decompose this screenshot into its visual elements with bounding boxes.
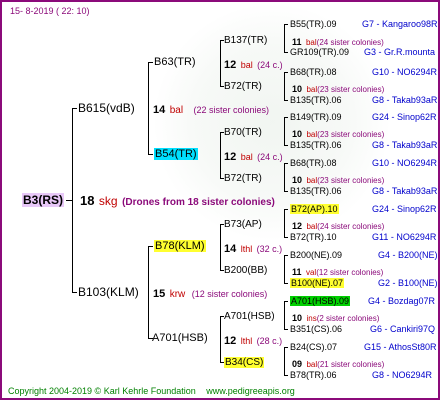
connector [72,108,77,109]
connector [220,40,221,87]
gen5-queen[interactable]: B68(TR).08 [290,66,337,79]
connector [284,209,285,238]
root-stats: 18 skg (Drones from 18 sister colonies) [80,193,275,208]
connector [284,52,288,53]
gen5-queen[interactable]: B55(TR).09 [290,18,337,31]
connector [148,246,149,339]
gen2-stats: 14 bal (22 sister colonies) [153,104,270,116]
gen5-queen[interactable]: B351(CS).06 [290,323,342,336]
gen4-queen[interactable]: B72(TR) [224,172,262,185]
connector [284,163,285,192]
gen5-queen[interactable]: B100(NE).07 [290,277,345,290]
gen5-info: G8 - NO6294R [372,370,433,380]
connector [72,292,77,293]
root-label: B3(RS) [22,193,65,207]
gen5-info: G24 - Sinop62R [372,204,437,214]
gen5-info: G3 - Gr.R.mounta [364,47,436,57]
gen5-queen[interactable]: B200(NE).09 [290,249,342,262]
connector [148,62,153,63]
root-queen[interactable]: B3(RS) [22,193,65,207]
connector [284,329,288,330]
connector [284,117,285,146]
gen4-queen[interactable]: B200(BB) [224,264,267,277]
gen4-queen[interactable]: B73(AP) [224,218,262,231]
gen5-info: G6 - Cankiri97Q [370,324,436,334]
connector [284,347,288,348]
gen5-queen[interactable]: B72(AP).10 [290,203,339,216]
gen2-stats: 15 krw (12 sister colonies) [153,288,268,300]
gen5-queen[interactable]: B68(TR).08 [290,157,337,170]
connector [284,163,288,164]
gen5-queen[interactable]: GR109(TR).09 [290,46,349,59]
connector [148,62,149,155]
connector [284,209,288,210]
connector [284,24,285,53]
gen4-queen[interactable]: B34(CS) [224,356,265,369]
connector [284,301,288,302]
gen3-stats: 12 bal (24 c.) [224,59,283,71]
connector [220,132,221,179]
gen3-stats: 12 lthl (28 c.) [224,335,283,347]
gen5-queen[interactable]: B78(TR).06 [290,369,337,382]
gen4-queen[interactable]: A701(HSB) [224,310,275,323]
connector [284,191,288,192]
date-stamp: 15- 8-2019 ( 22: 10) [10,6,90,16]
connector [284,301,285,330]
connector [284,237,288,238]
gen5-queen[interactable]: B135(TR).06 [290,185,342,198]
gen5-info: G11 - NO6294R [372,232,437,242]
footer: Copyright 2004-2019 © Karl Kehrle Founda… [8,385,295,398]
gen3-queen[interactable]: B78(KLM) [154,240,206,253]
connector [284,24,288,25]
connector [284,255,285,284]
gen5-info: G8 - Takab93aR [372,186,438,196]
gen5-queen[interactable]: B135(TR).06 [290,94,342,107]
pedigree-chart: 15- 8-2019 ( 22: 10) B3(RS) 18 skg (Dron… [0,0,440,400]
gen5-info: G10 - NO6294R [372,158,438,168]
copyright-text: Copyright 2004-2019 © Karl Kehrle Founda… [8,386,196,396]
connector [148,246,153,247]
connector [284,283,288,284]
connector [284,375,288,376]
connector [220,224,221,271]
gen5-queen[interactable]: B135(TR).06 [290,139,342,152]
gen5-queen[interactable]: B24(CS).07 [290,341,337,354]
connector [284,72,285,101]
connector [148,154,153,155]
gen3-stats: 12 bal (24 c.) [224,151,283,163]
connector [72,108,73,293]
gen5-info: G8 - Takab93aR [372,140,438,150]
connector [284,145,288,146]
gen5-info: G7 - Kangaroo98R [362,19,438,29]
gen5-info: G4 - Bozdag07R [368,296,436,306]
gen3-stats: 14 lthl (32 c.) [224,243,283,255]
connector [284,255,288,256]
gen4-queen[interactable]: B72(TR) [224,80,262,93]
gen3-queen[interactable]: B63(TR) [154,56,196,69]
gen2-queen[interactable]: B615(vdB) [78,102,135,115]
gen5-info: G15 - AthosSt80R [364,342,437,352]
gen2-queen[interactable]: B103(KLM) [78,286,139,299]
site-link[interactable]: www.pedigreeapis.org [206,386,295,396]
gen3-queen[interactable]: A701(HSB) [152,332,208,345]
connector [284,100,288,101]
connector [284,347,285,376]
gen5-queen[interactable]: B149(TR).09 [290,111,342,124]
connector [284,72,288,73]
gen5-queen[interactable]: B72(TR).10 [290,231,337,244]
gen5-info: G24 - Sinop62R [372,112,437,122]
gen4-queen[interactable]: B70(TR) [224,126,262,139]
gen5-info: G2 - B100(NE) [378,278,438,288]
gen5-info: G10 - NO6294R [372,67,438,77]
gen5-info: G4 - B200(NE) [378,250,438,260]
connector [284,117,288,118]
connector [220,316,221,363]
gen5-info: G8 - Takab93aR [372,95,438,105]
gen3-queen[interactable]: B54(TR) [154,148,198,161]
gen5-queen[interactable]: A701(HSB).09 [290,295,351,308]
gen4-queen[interactable]: B137(TR) [224,34,267,47]
